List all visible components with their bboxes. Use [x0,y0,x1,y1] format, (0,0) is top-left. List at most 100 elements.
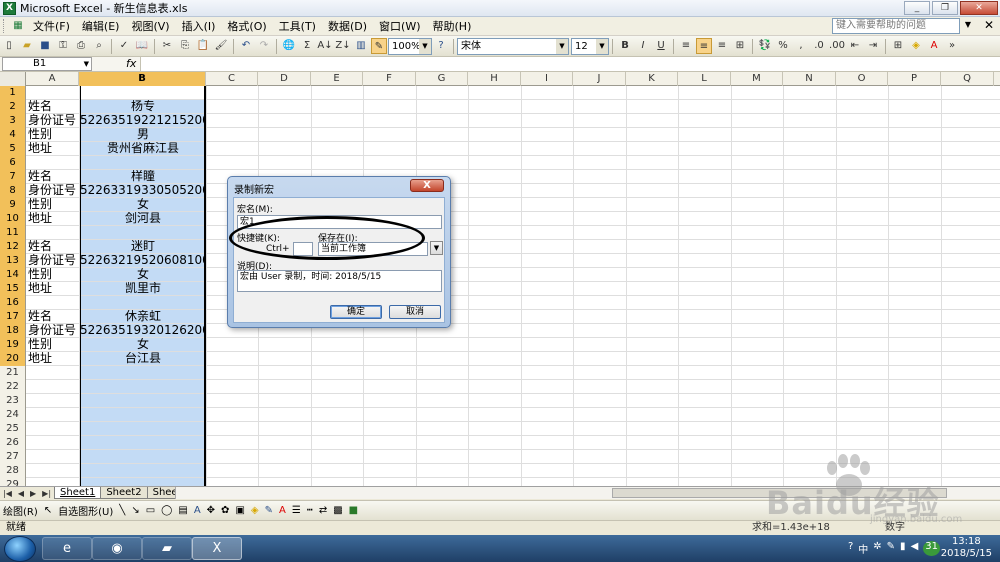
wordart-icon[interactable]: A [194,505,201,516]
cell-b[interactable] [80,226,206,239]
cell-a[interactable] [27,422,79,435]
taskbar-ie-icon[interactable]: e [42,537,92,560]
restore-button[interactable]: ❐ [932,1,958,15]
column-header-f[interactable]: F [363,72,416,86]
cell-a[interactable] [27,156,79,169]
row-header[interactable]: 9 [0,198,26,212]
line-style-icon[interactable]: ☰ [292,505,301,516]
excel-doc-icon[interactable]: ▦ [10,18,26,34]
cell-a[interactable] [27,86,79,99]
column-header-p[interactable]: P [888,72,941,86]
cell-a[interactable]: 性别 [27,198,79,211]
clipart-icon[interactable]: ✿ [221,505,229,516]
cancel-button[interactable]: 取消 [389,305,441,319]
chart-wizard-icon[interactable]: ▥ [353,38,369,54]
3d-icon[interactable]: ■ [349,505,358,516]
menu-help[interactable]: 帮助(H) [427,18,478,34]
toolbar-options-icon[interactable]: » [944,38,960,54]
font-size-dropdown-icon[interactable]: ▼ [596,38,608,54]
cell-a[interactable]: 地址 [27,142,79,155]
row-header[interactable]: 25 [0,422,26,436]
menu-tools[interactable]: 工具(T) [273,18,322,34]
cell-a[interactable]: 性别 [27,338,79,351]
cell-a[interactable]: 性别 [27,128,79,141]
cell-a[interactable]: 地址 [27,212,79,225]
first-sheet-icon[interactable]: |◀ [0,489,15,498]
column-header-i[interactable]: I [521,72,573,86]
fill-color-draw-icon[interactable]: ◈ [251,505,259,516]
column-header-l[interactable]: L [678,72,731,86]
cell-b[interactable] [80,464,206,477]
prev-sheet-icon[interactable]: ◀ [15,489,27,498]
close-workbook-icon[interactable]: ✕ [984,18,994,32]
cell-a[interactable]: 姓名 [27,100,79,113]
column-header-h[interactable]: H [468,72,521,86]
print-preview-icon[interactable]: ⌕ [91,38,107,54]
cell-b[interactable] [80,86,206,99]
start-button[interactable] [4,536,36,562]
autosum-icon[interactable]: Σ [299,38,315,54]
dash-style-icon[interactable]: ┅ [307,505,313,516]
line-icon[interactable]: ╲ [119,505,125,516]
diagram-icon[interactable]: ✥ [207,505,215,516]
tray-edit-icon[interactable]: ✎ [887,541,895,556]
cell-b[interactable]: 迷盯 [80,240,206,253]
tray-help-icon[interactable]: ? [848,541,853,556]
help-icon[interactable]: ? [433,38,449,54]
cell-b[interactable]: 贵州省麻江县 [80,142,206,155]
cell-a[interactable]: 地址 [27,282,79,295]
row-header[interactable]: 26 [0,436,26,450]
cut-icon[interactable]: ✂ [159,38,175,54]
description-textarea[interactable]: 宏由 User 录制，时间: 2018/5/15 [237,270,442,292]
row-header[interactable]: 18 [0,324,26,338]
tray-gear-icon[interactable]: ✲ [873,541,881,556]
cell-b[interactable]: 凯里市 [80,282,206,295]
spelling-icon[interactable]: ✓ [116,38,132,54]
sort-descending-icon[interactable]: Z↓ [335,38,351,54]
cell-a[interactable] [27,380,79,393]
sheet-tab-1[interactable]: Sheet1 [54,487,102,499]
save-icon[interactable]: ■ [37,38,53,54]
shadow-icon[interactable]: ▩ [333,505,342,516]
cell-b[interactable]: 台江县 [80,352,206,365]
new-icon[interactable]: ▯ [1,38,17,54]
store-in-dropdown[interactable]: ▼ [429,241,443,256]
column-header-o[interactable]: O [836,72,888,86]
insert-function-icon[interactable]: fx [126,57,136,70]
help-dropdown-icon[interactable]: ▼ [965,20,971,29]
row-header[interactable]: 20 [0,352,26,366]
sort-ascending-icon[interactable]: A↓ [317,38,333,54]
cell-a[interactable]: 身份证号 [27,324,79,337]
permission-icon[interactable]: ⚿ [55,38,71,54]
autoshapes-menu[interactable]: 自选图形(U) [58,503,113,518]
cell-a[interactable]: 身份证号 [27,114,79,127]
font-color-draw-icon[interactable]: A [279,505,286,516]
column-header-j[interactable]: J [573,72,626,86]
cell-b[interactable] [80,450,206,463]
comma-style-icon[interactable]: , [793,38,809,54]
cell-b[interactable]: 样瞳 [80,170,206,183]
cell-b[interactable]: 女 [80,198,206,211]
row-header[interactable]: 21 [0,366,26,380]
name-box[interactable]: B1 ▼ [2,57,92,71]
row-header[interactable]: 3 [0,114,26,128]
cell-b[interactable] [80,156,206,169]
cell-a[interactable] [27,450,79,463]
cell-b[interactable] [80,408,206,421]
cell-a[interactable]: 姓名 [27,170,79,183]
taskbar-explorer-icon[interactable]: ▰ [142,537,192,560]
shortcut-key-input[interactable] [293,242,313,256]
column-header-m[interactable]: M [731,72,783,86]
row-header[interactable]: 8 [0,184,26,198]
draw-menu[interactable]: 绘图(R) [3,503,38,518]
tray-network-icon[interactable]: ▮ [900,541,906,556]
borders-icon[interactable]: ⊞ [890,38,906,54]
research-icon[interactable]: 📖 [134,38,150,54]
help-search-input[interactable]: 键入需要帮助的问题 [832,18,960,34]
store-in-select[interactable]: 当前工作簿 [318,242,428,256]
menu-format[interactable]: 格式(O) [221,18,272,34]
menu-file[interactable]: 文件(F) [27,18,76,34]
merge-center-icon[interactable]: ⊞ [732,38,748,54]
hyperlink-icon[interactable]: 🌐 [281,38,297,54]
cell-a[interactable]: 身份证号 [27,254,79,267]
